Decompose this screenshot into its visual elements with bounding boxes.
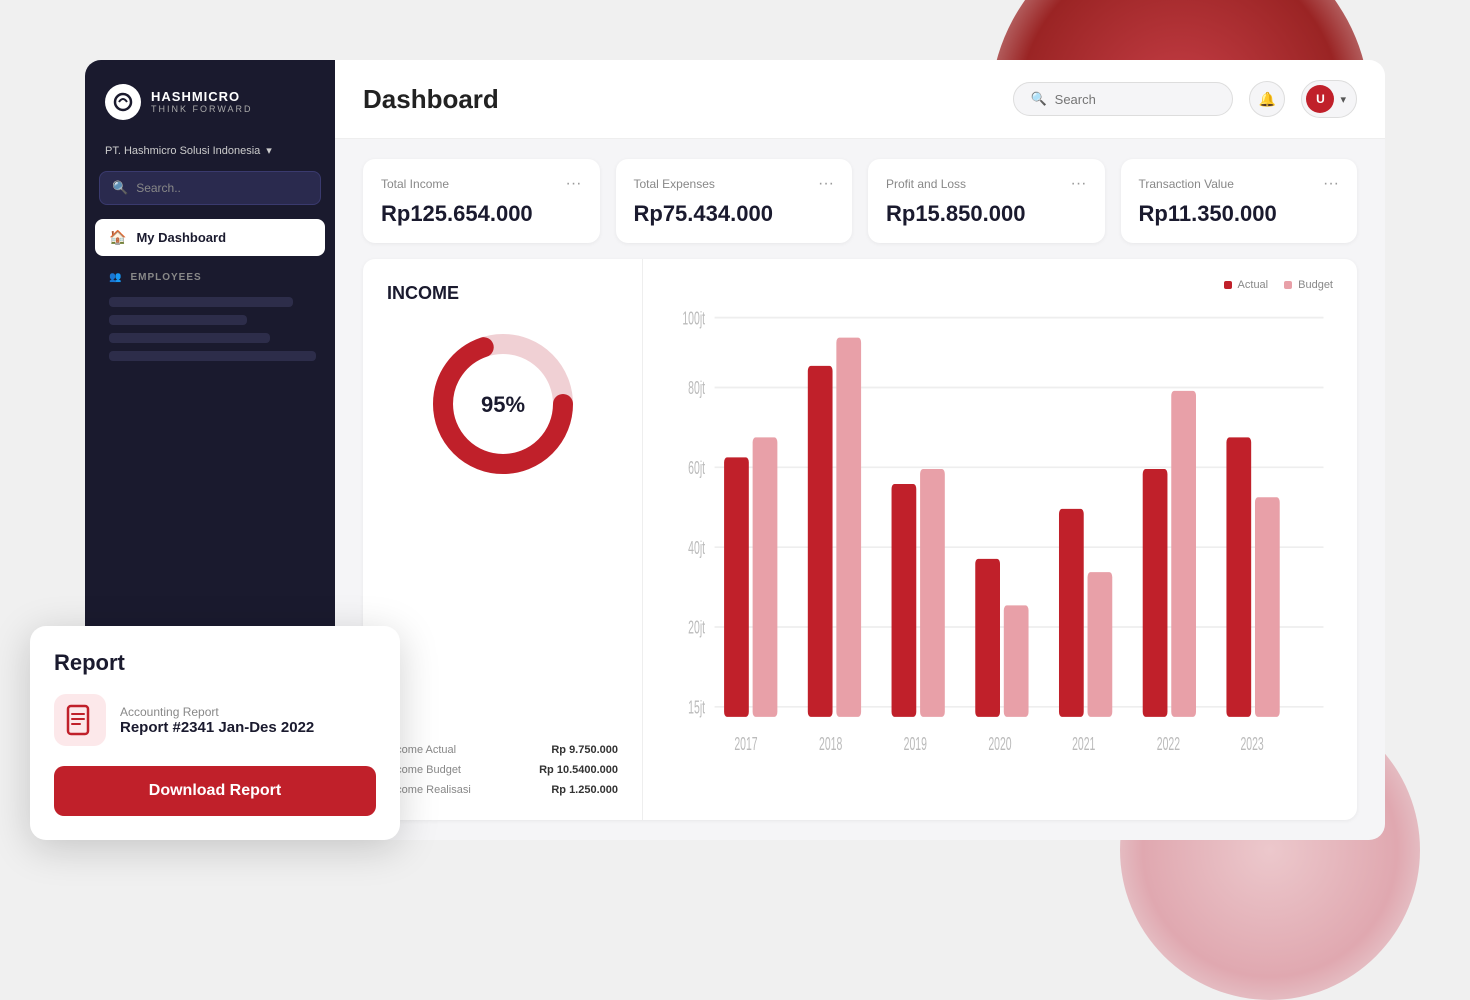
nav-placeholder-3 [109,333,270,343]
header: Dashboard 🔍 🔔 U ▾ [335,60,1385,139]
sidebar-search-input[interactable] [136,181,308,195]
company-name: PT. Hashmicro Solusi Indonesia [105,145,260,157]
section-label: EMPLOYEES [130,272,201,283]
nav-placeholder-4 [109,351,316,361]
income-right: Actual Budget [643,259,1357,820]
dashboard-icon: 🏠 [109,229,126,246]
stat-header-income: Total Income ··· [381,175,582,193]
stat-card-expenses: Total Expenses ··· Rp75.434.000 [616,159,853,243]
income-title: INCOME [387,283,618,304]
income-value-realisasi: Rp 1.250.000 [551,784,618,796]
stat-label-expenses: Total Expenses [634,177,715,191]
stat-menu-income[interactable]: ··· [566,175,582,193]
income-value-actual: Rp 9.750.000 [551,744,618,756]
search-icon: 🔍 [1030,91,1046,107]
svg-text:2021: 2021 [1072,735,1095,755]
nav-active-label: My Dashboard [136,230,226,245]
nav-placeholder-1 [109,297,293,307]
income-stat-budget: Income Budget Rp 10.5400.000 [387,764,618,776]
svg-text:95%: 95% [480,392,524,417]
svg-text:15jt: 15jt [688,699,705,719]
brand-name: HASHMICRO [151,89,253,105]
stat-header-profit: Profit and Loss ··· [886,175,1087,193]
bell-icon: 🔔 [1259,91,1276,108]
stats-row: Total Income ··· Rp125.654.000 Total Exp… [335,139,1385,259]
brand-tagline: THINK FORWARD [151,104,253,115]
main-content: Dashboard 🔍 🔔 U ▾ Total Income [335,60,1385,840]
legend-dot-actual [1224,281,1232,289]
chart-legend: Actual Budget [667,279,1333,291]
search-icon: 🔍 [112,180,128,196]
stat-card-income: Total Income ··· Rp125.654.000 [363,159,600,243]
stat-header-expenses: Total Expenses ··· [634,175,835,193]
report-info: Accounting Report Report #2341 Jan-Des 2… [120,705,314,736]
sidebar-item-my-dashboard[interactable]: 🏠 My Dashboard [95,219,325,256]
donut-chart: 95% [423,324,583,484]
svg-text:100jt: 100jt [682,310,705,330]
svg-text:40jt: 40jt [688,539,705,559]
bar-chart-wrapper: 100jt 80jt 60jt 40jt 20jt 15jt [667,301,1333,800]
stat-card-profit: Profit and Loss ··· Rp15.850.000 [868,159,1105,243]
bar-chart-svg: 100jt 80jt 60jt 40jt 20jt 15jt [667,301,1333,800]
header-search-input[interactable] [1055,92,1217,107]
nav-placeholder-2 [109,315,247,325]
logo-icon [105,84,141,120]
avatar: U [1306,85,1334,113]
donut-chart-container: 95% [387,324,618,484]
stat-menu-expenses[interactable]: ··· [818,175,834,193]
report-type: Accounting Report [120,705,314,719]
report-name: Report #2341 Jan-Des 2022 [120,719,314,736]
stat-label-income: Total Income [381,177,449,191]
svg-text:60jt: 60jt [688,459,705,479]
logo-text-group: HASHMICRO THINK FORWARD [151,89,253,115]
chevron-down-icon: ▾ [266,144,272,157]
stat-value-profit: Rp15.850.000 [886,201,1087,227]
svg-text:20jt: 20jt [688,619,705,639]
notification-button[interactable]: 🔔 [1249,81,1285,117]
stat-menu-profit[interactable]: ··· [1071,175,1087,193]
stat-value-expenses: Rp75.434.000 [634,201,835,227]
svg-text:2018: 2018 [819,735,842,755]
company-selector[interactable]: PT. Hashmicro Solusi Indonesia ▾ [85,136,335,171]
svg-text:2020: 2020 [988,735,1011,755]
income-section: INCOME 95% Income Actual Rp 9.750.000 [363,259,1357,820]
report-file-icon [54,694,106,746]
legend-actual: Actual [1224,279,1269,291]
stat-label-profit: Profit and Loss [886,177,966,191]
stat-header-transaction: Transaction Value ··· [1139,175,1340,193]
report-item: Accounting Report Report #2341 Jan-Des 2… [54,694,376,746]
svg-text:2017: 2017 [734,735,757,755]
legend-label-budget: Budget [1298,279,1333,291]
svg-text:2022: 2022 [1157,735,1180,755]
svg-text:2023: 2023 [1240,735,1263,755]
stat-label-transaction: Transaction Value [1139,177,1234,191]
legend-label-actual: Actual [1238,279,1269,291]
legend-dot-budget [1284,281,1292,289]
sidebar-logo: HASHMICRO THINK FORWARD [85,60,335,136]
income-left: INCOME 95% Income Actual Rp 9.750.000 [363,259,643,820]
page-title: Dashboard [363,84,499,115]
svg-text:2019: 2019 [904,735,927,755]
employees-icon: 👥 [109,272,122,283]
chevron-down-icon: ▾ [1340,93,1346,106]
download-report-button[interactable]: Download Report [54,766,376,816]
legend-budget: Budget [1284,279,1333,291]
sidebar-search-bar[interactable]: 🔍 [99,171,321,205]
stat-menu-transaction[interactable]: ··· [1323,175,1339,193]
nav-section-employees: 👥 EMPLOYEES [95,262,325,289]
income-value-budget: Rp 10.5400.000 [539,764,618,776]
stat-value-transaction: Rp11.350.000 [1139,201,1340,227]
header-search-bar[interactable]: 🔍 [1013,82,1233,116]
income-stats: Income Actual Rp 9.750.000 Income Budget… [387,744,618,796]
report-popup-title: Report [54,650,376,676]
income-stat-realisasi: Income Realisasi Rp 1.250.000 [387,784,618,796]
income-stat-actual: Income Actual Rp 9.750.000 [387,744,618,756]
report-popup: Report Accounting Report Report #2341 Ja… [30,626,400,840]
stat-value-income: Rp125.654.000 [381,201,582,227]
stat-card-transaction: Transaction Value ··· Rp11.350.000 [1121,159,1358,243]
header-right: 🔍 🔔 U ▾ [1013,80,1357,118]
user-menu-button[interactable]: U ▾ [1301,80,1357,118]
svg-text:80jt: 80jt [688,379,705,399]
